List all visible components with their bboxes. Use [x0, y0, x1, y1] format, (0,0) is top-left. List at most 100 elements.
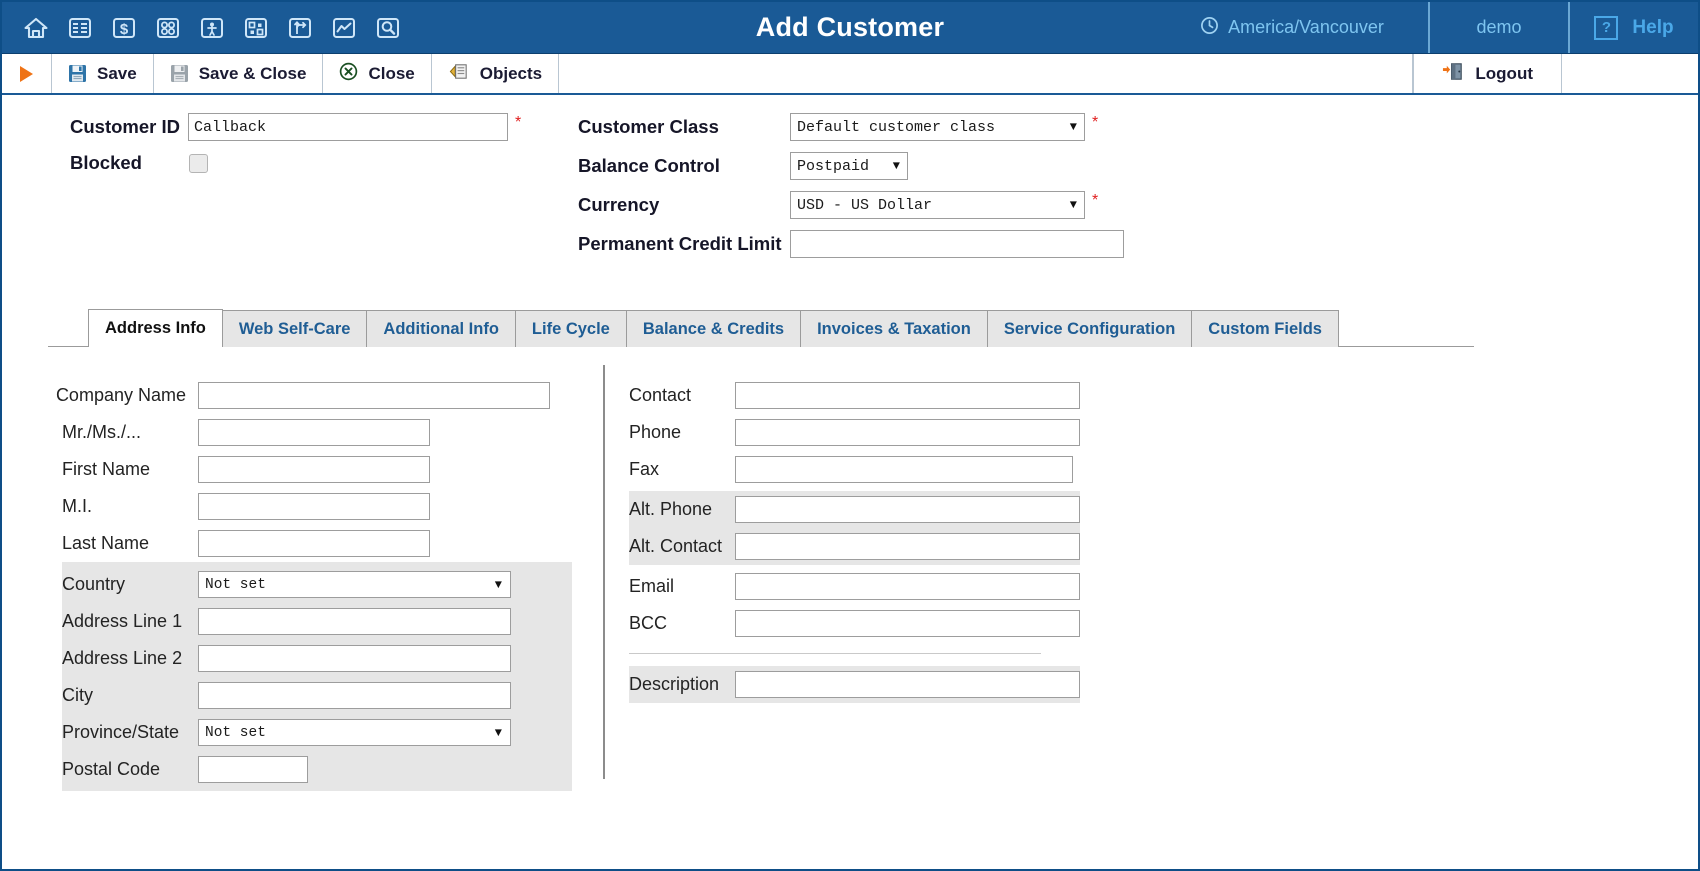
middle-initial-label: M.I. [62, 496, 92, 516]
title-row: Mr./Ms./... [48, 414, 603, 451]
province-state-select[interactable]: Not set ▼ [198, 719, 511, 746]
currency-select[interactable]: USD - US Dollar ▼ [790, 191, 1085, 219]
toolbar-play-button[interactable] [2, 54, 52, 93]
postal-code-label: Postal Code [62, 759, 161, 779]
customer-class-label: Customer Class [578, 116, 719, 137]
tab-additional-info[interactable]: Additional Info [366, 310, 516, 347]
city-input[interactable] [198, 682, 511, 709]
address-line-2-row: Address Line 2 [48, 640, 603, 677]
middle-initial-row: M.I. [48, 488, 603, 525]
tab-service-configuration[interactable]: Service Configuration [986, 310, 1193, 347]
country-label: Country [62, 574, 126, 594]
tab-bar: Address Info Web Self-Care Additional In… [48, 309, 1698, 347]
country-row: Country Not set ▼ [48, 566, 603, 603]
action-toolbar: Save Save & Close Close Objects Logout [2, 54, 1698, 95]
address-left-column: Company Name Mr./Ms./... First Name M.I. [48, 377, 603, 791]
dollar-icon[interactable]: $ [110, 14, 138, 42]
save-button[interactable]: Save [52, 54, 154, 93]
permanent-credit-limit-input[interactable] [790, 230, 1124, 258]
country-value: Not set [205, 576, 266, 593]
company-name-input[interactable] [198, 382, 550, 409]
header-right-group: America/Vancouver demo ? Help [1156, 2, 1698, 53]
province-state-row: Province/State Not set ▼ [48, 714, 603, 751]
home-icon[interactable] [22, 14, 50, 42]
alt-contact-row: Alt. Contact [629, 528, 1080, 565]
main-header: $ Add Customer America/Vancouver demo ? … [2, 2, 1698, 54]
chevron-down-icon: ▼ [892, 159, 900, 173]
contact-input[interactable] [735, 382, 1080, 409]
bcc-row: BCC [629, 605, 1080, 642]
phone-row: Phone [629, 414, 1080, 451]
objects-button[interactable]: Objects [432, 54, 560, 93]
country-select[interactable]: Not set ▼ [198, 571, 511, 598]
timezone-indicator[interactable]: America/Vancouver [1156, 2, 1428, 53]
logout-label: Logout [1475, 63, 1533, 83]
address-line-2-input[interactable] [198, 645, 511, 672]
tab-life-cycle[interactable]: Life Cycle [514, 310, 627, 347]
exit-door-icon [1442, 62, 1466, 86]
company-name-row: Company Name [48, 377, 603, 414]
chart-line-icon[interactable] [330, 14, 358, 42]
customer-id-input[interactable] [188, 113, 508, 141]
help-link[interactable]: ? Help [1568, 2, 1698, 53]
clock-icon [1200, 16, 1219, 40]
alt-phone-label: Alt. Phone [629, 499, 713, 519]
permanent-credit-limit-label: Permanent Credit Limit [578, 233, 782, 254]
address-right-column: Contact Phone Fax Alt. Phone Alt. Contac… [603, 365, 1080, 788]
title-input[interactable] [198, 419, 430, 446]
objects-label: Objects [479, 63, 543, 83]
grid-nodes-icon[interactable] [154, 14, 182, 42]
address-line-2-label: Address Line 2 [62, 648, 183, 668]
help-label: Help [1632, 16, 1674, 38]
tab-web-self-care[interactable]: Web Self-Care [221, 310, 368, 347]
blocks-icon[interactable] [242, 14, 270, 42]
logout-button[interactable]: Logout [1413, 54, 1562, 93]
tab-label: Additional Info [383, 320, 499, 338]
close-label: Close [368, 63, 415, 83]
list-icon[interactable] [66, 14, 94, 42]
tab-label: Invoices & Taxation [817, 320, 971, 338]
last-name-label: Last Name [62, 533, 150, 553]
alt-phone-input[interactable] [735, 496, 1080, 523]
tab-label: Address Info [105, 319, 206, 337]
last-name-input[interactable] [198, 530, 430, 557]
fax-input[interactable] [735, 456, 1073, 483]
magnifier-icon[interactable] [374, 14, 402, 42]
first-name-label: First Name [62, 459, 151, 479]
chevron-down-icon: ▼ [494, 577, 502, 592]
customer-id-required-marker: * [515, 114, 522, 131]
address-line-1-row: Address Line 1 [48, 603, 603, 640]
customer-class-select[interactable]: Default customer class ▼ [790, 113, 1085, 141]
alt-contact-input[interactable] [735, 533, 1080, 560]
top-form-right-column: Customer Class Default customer class ▼ … [578, 113, 1124, 269]
address-line-1-label: Address Line 1 [62, 611, 183, 631]
close-button[interactable]: Close [323, 54, 432, 93]
column-divider [603, 365, 605, 779]
customer-class-required-marker: * [1092, 114, 1099, 131]
phone-input[interactable] [735, 419, 1080, 446]
postal-code-input[interactable] [198, 756, 308, 783]
tab-balance-and-credits[interactable]: Balance & Credits [625, 310, 802, 347]
tab-custom-fields[interactable]: Custom Fields [1191, 310, 1339, 347]
first-name-row: First Name [48, 451, 603, 488]
email-input[interactable] [735, 573, 1080, 600]
middle-initial-input[interactable] [198, 493, 430, 520]
address-line-1-input[interactable] [198, 608, 511, 635]
description-label: Description [629, 674, 720, 694]
person-icon[interactable] [198, 14, 226, 42]
top-form-section: Customer ID * Blocked Customer Class Def… [2, 113, 1698, 269]
description-input[interactable] [735, 671, 1080, 698]
tab-address-info[interactable]: Address Info [88, 309, 223, 347]
balance-control-select[interactable]: Postpaid ▼ [790, 152, 908, 180]
province-state-label: Province/State [62, 722, 180, 742]
routing-icon[interactable] [286, 14, 314, 42]
blocked-checkbox[interactable] [189, 153, 208, 173]
first-name-input[interactable] [198, 456, 430, 483]
question-mark-icon: ? [1594, 15, 1619, 40]
save-and-close-button[interactable]: Save & Close [154, 54, 324, 93]
title-label: Mr./Ms./... [62, 422, 141, 442]
current-user[interactable]: demo [1428, 2, 1568, 53]
bcc-input[interactable] [735, 610, 1080, 637]
currency-required-marker: * [1092, 192, 1099, 209]
tab-invoices-and-taxation[interactable]: Invoices & Taxation [800, 310, 988, 347]
